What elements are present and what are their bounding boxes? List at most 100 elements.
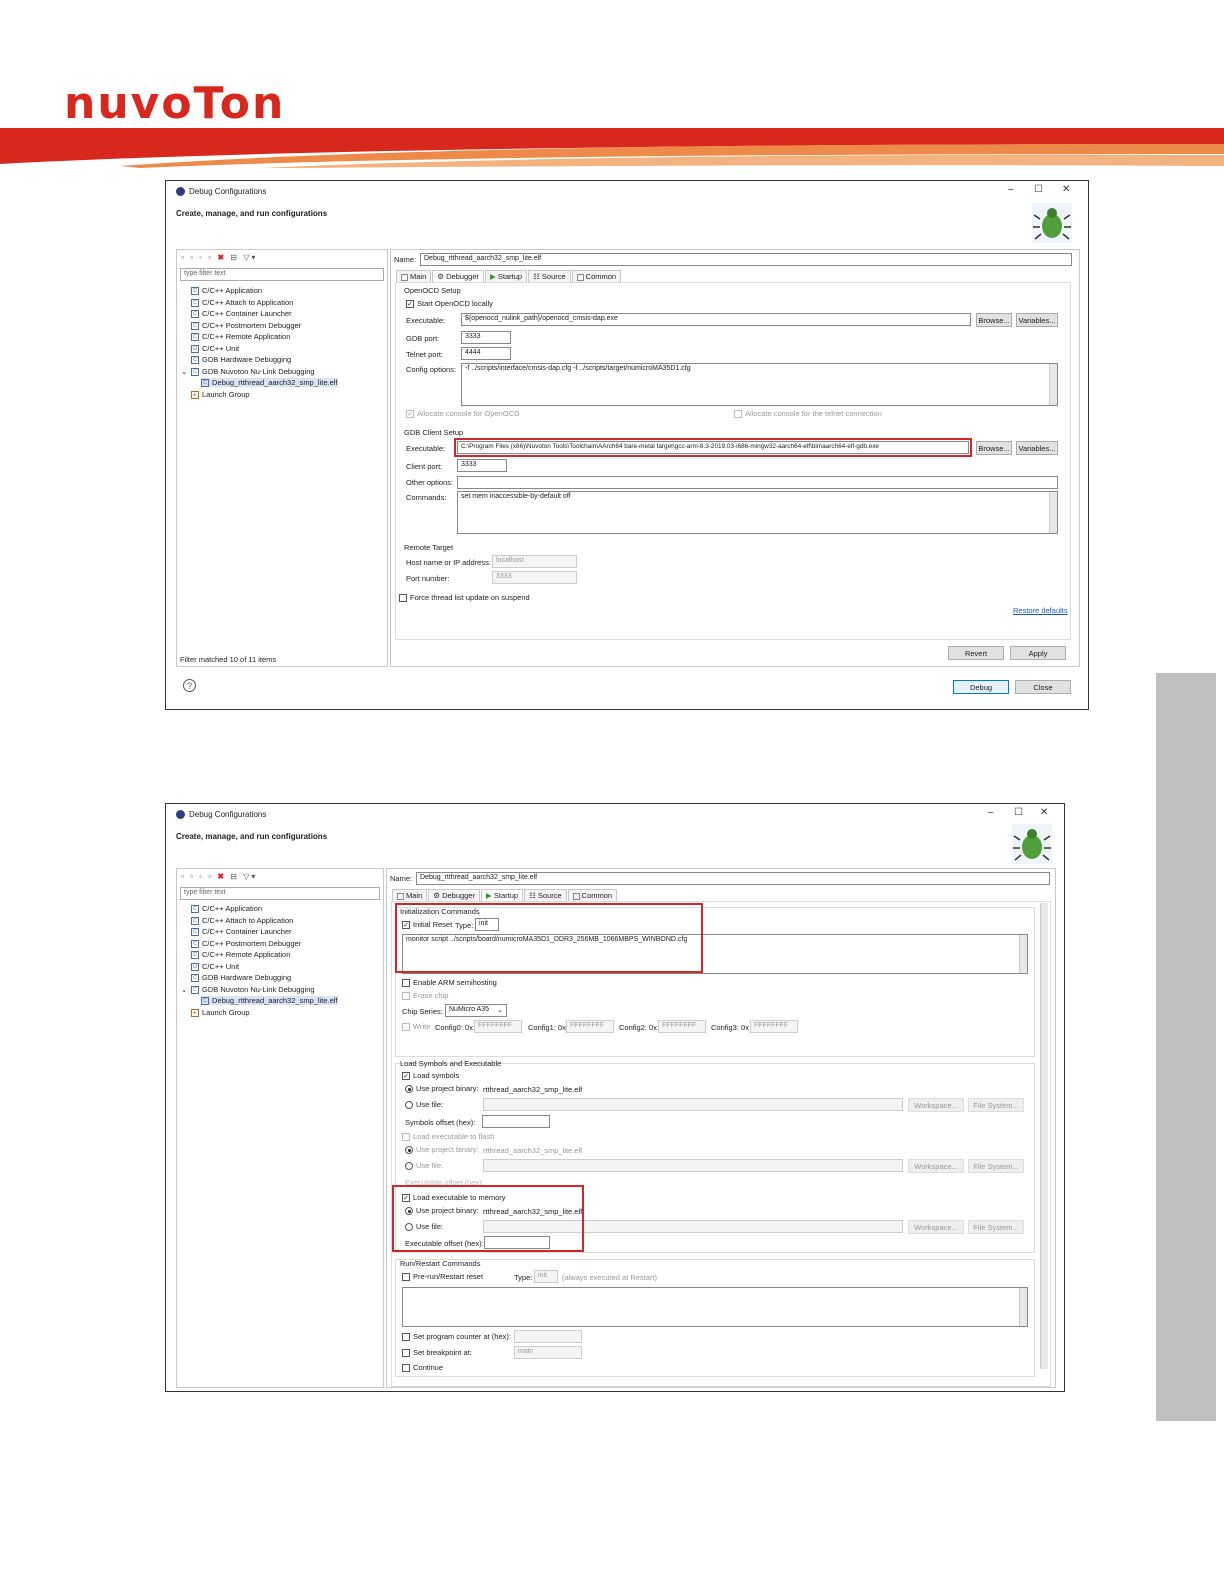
delete-icon[interactable]: ✖ [217, 872, 226, 881]
run-commands-textarea[interactable] [402, 1287, 1028, 1327]
restore-defaults-link[interactable]: Restore defaults [1013, 606, 1068, 615]
debug-button[interactable]: Debug [953, 680, 1009, 694]
tree-item-postmortem[interactable]: C C/C++ Postmortem Debugger [181, 320, 338, 332]
tab-main[interactable]: Main [392, 889, 428, 901]
symbols-offset-input[interactable] [482, 1115, 550, 1128]
chevron-down-icon[interactable]: ⌄ [181, 366, 191, 378]
config2-input[interactable]: FFFFFFFF [658, 1020, 706, 1033]
minimize-icon[interactable]: – [988, 807, 994, 818]
set-pc-input[interactable] [514, 1330, 582, 1343]
flash-file-input[interactable] [483, 1159, 903, 1172]
gdb-variables-button[interactable]: Variables... [1016, 441, 1058, 455]
symbols-use-project-binary-radio[interactable]: Use project binary: [405, 1084, 479, 1094]
set-pc-checkbox[interactable]: Set program counter at (hex): [402, 1332, 511, 1342]
start-openocd-checkbox[interactable]: ✓ Start OpenOCD locally [406, 299, 493, 309]
commands-scrollbar[interactable] [1049, 492, 1057, 533]
tab-common[interactable]: Common [571, 270, 622, 282]
force-thread-checkbox[interactable]: Force thread list update on suspend [399, 593, 530, 603]
set-breakpoint-checkbox[interactable]: Set breakpoint at: [402, 1348, 472, 1358]
collapse-icon[interactable]: ▫ [208, 872, 213, 881]
flash-workspace-button[interactable]: Workspace... [908, 1159, 964, 1173]
set-breakpoint-input[interactable]: main [514, 1346, 582, 1359]
delete-icon[interactable]: ✖ [217, 253, 226, 262]
gdb-port-input[interactable]: 3333 [461, 331, 511, 344]
tree-item-remote-application[interactable]: C C/C++ Remote Application [181, 331, 338, 343]
tree-item-cpp-attach[interactable]: C C/C++ Attach to Application [181, 915, 338, 927]
symbols-use-file-radio[interactable]: Use file: [405, 1100, 443, 1110]
tree-item-gdb-hardware[interactable]: C GDB Hardware Debugging [181, 972, 338, 984]
apply-button[interactable]: Apply [1010, 646, 1066, 660]
host-input[interactable]: localhost [492, 555, 577, 568]
tree-item-cpp-application[interactable]: C C/C++ Application [181, 285, 338, 297]
openocd-variables-button[interactable]: Variables... [1016, 313, 1058, 327]
tree-item-launch-group[interactable]: ▸ Launch Group [181, 389, 338, 401]
duplicate-icon[interactable]: ◦ [199, 872, 204, 881]
export-config-icon[interactable]: ▫ [190, 872, 195, 881]
allocate-console-checkbox[interactable]: ✓ Allocate console for OpenOCD [406, 409, 520, 419]
symbols-file-input[interactable] [483, 1098, 903, 1111]
flash-file-system-button[interactable]: File System... [968, 1159, 1024, 1173]
filter-icon[interactable]: ▽▾ [243, 872, 257, 881]
run-type-input[interactable]: init [534, 1270, 558, 1283]
semihosting-checkbox[interactable]: Enable ARM semihosting [402, 978, 497, 988]
telnet-port-input[interactable]: 4444 [461, 347, 511, 360]
flash-use-project-binary-radio[interactable]: Use project binary: [405, 1145, 479, 1155]
filter-icon[interactable]: ▽▾ [243, 253, 257, 262]
tree-item-container-launcher[interactable]: C C/C++ Container Launcher [181, 926, 338, 938]
tab-source[interactable]: ☷ Source [524, 889, 567, 901]
chevron-down-icon[interactable]: ⌄ [181, 984, 191, 996]
memory-workspace-button[interactable]: Workspace... [908, 1220, 964, 1234]
tab-common[interactable]: Common [567, 889, 618, 901]
chip-series-select[interactable]: NuMicro A35 ⌄ [445, 1004, 507, 1017]
minimize-icon[interactable]: – [1008, 184, 1014, 195]
write-checkbox[interactable]: Write [402, 1022, 430, 1032]
allocate-telnet-checkbox[interactable]: Allocate console for the telnet connecti… [734, 409, 882, 419]
collapse-icon[interactable]: ▫ [208, 253, 213, 262]
remote-port-input[interactable]: 3333 [492, 571, 577, 584]
tree-item-cpp-attach[interactable]: C C/C++ Attach to Application [181, 297, 338, 309]
collapse-all-icon[interactable]: ⊟ [230, 253, 239, 262]
filter-input[interactable]: type filter text [180, 268, 384, 281]
commands-textarea[interactable]: set mem inaccessible-by-default off [457, 491, 1058, 534]
tab-debugger[interactable]: ⚙ Debugger [432, 270, 485, 282]
openocd-exec-input[interactable]: ${openocd_nulink_path}/openocd_cmsis-dap… [461, 313, 971, 326]
tree-item-postmortem[interactable]: C C/C++ Postmortem Debugger [181, 938, 338, 950]
name-input[interactable]: Debug_rtthread_aarch32_smp_lite.elf [416, 872, 1050, 885]
gdb-browse-button[interactable]: Browse... [976, 441, 1012, 455]
help-icon[interactable]: ? [183, 679, 196, 692]
openocd-browse-button[interactable]: Browse... [976, 313, 1012, 327]
tree-item-cpp-unit[interactable]: U C/C++ Unit [181, 961, 338, 973]
tree-item-nulink[interactable]: ⌄ C GDB Nuvoton Nu-Link Debugging [181, 366, 338, 378]
config-options-scrollbar[interactable] [1049, 364, 1057, 405]
config-options-textarea[interactable]: -f ../scripts/interface/cmsis-dap.cfg -f… [461, 363, 1058, 406]
tab-startup[interactable]: ▶ Startup [485, 270, 528, 282]
tree-item-nulink[interactable]: ⌄ C GDB Nuvoton Nu-Link Debugging [181, 984, 338, 996]
tree-item-debug-elf[interactable]: C Debug_rtthread_aarch32_smp_lite.elf [181, 995, 338, 1007]
filter-input[interactable]: type filter text [180, 887, 380, 900]
symbols-workspace-button[interactable]: Workspace... [908, 1098, 964, 1112]
tree-item-launch-group[interactable]: ▸ Launch Group [181, 1007, 338, 1019]
load-symbols-checkbox[interactable]: ✓ Load symbols [402, 1071, 459, 1081]
init-commands-scrollbar[interactable] [1019, 935, 1027, 973]
config1-input[interactable]: FFFFFFFF [566, 1020, 614, 1033]
flash-use-file-radio[interactable]: Use file: [405, 1161, 443, 1171]
load-flash-checkbox[interactable]: Load executable to flash [402, 1132, 494, 1142]
tree-item-gdb-hardware[interactable]: C GDB Hardware Debugging [181, 354, 338, 366]
tree-item-cpp-application[interactable]: C C/C++ Application [181, 903, 338, 915]
maximize-icon[interactable]: ☐ [1014, 807, 1023, 818]
tree-item-remote-application[interactable]: C C/C++ Remote Application [181, 949, 338, 961]
config3-input[interactable]: FFFFFFFF [750, 1020, 798, 1033]
export-config-icon[interactable]: ▫ [190, 253, 195, 262]
tab-startup[interactable]: ▶ Startup [481, 889, 524, 901]
tree-item-debug-elf[interactable]: C Debug_rtthread_aarch32_smp_lite.elf [181, 377, 338, 389]
run-commands-scrollbar[interactable] [1019, 1288, 1027, 1326]
maximize-icon[interactable]: ☐ [1034, 184, 1043, 195]
close-icon[interactable]: ✕ [1040, 807, 1048, 818]
new-config-icon[interactable]: ▫ [181, 253, 186, 262]
tree-item-container-launcher[interactable]: C C/C++ Container Launcher [181, 308, 338, 320]
close-button[interactable]: Close [1015, 680, 1071, 694]
close-icon[interactable]: ✕ [1062, 184, 1070, 195]
other-options-input[interactable] [457, 476, 1058, 489]
pre-run-reset-checkbox[interactable]: Pre-run/Restart reset [402, 1272, 483, 1282]
config0-input[interactable]: FFFFFFFF [474, 1020, 522, 1033]
